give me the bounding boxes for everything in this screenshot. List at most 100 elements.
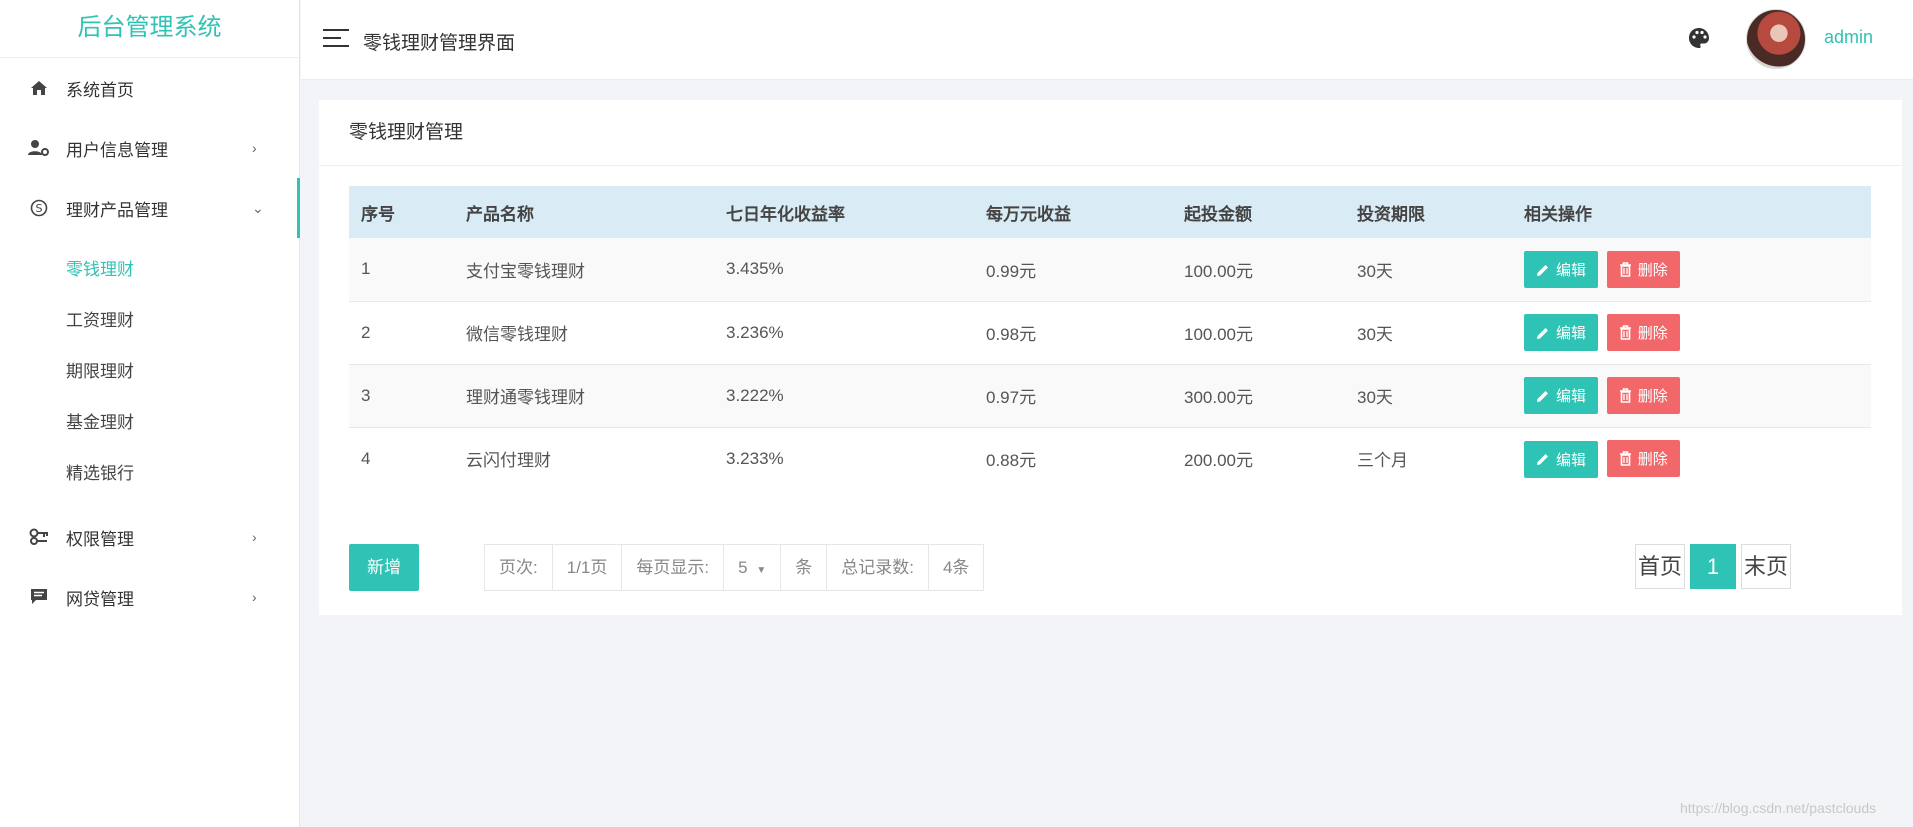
table-row: 1 支付宝零钱理财 3.435% 0.99元 100.00元 30天 编辑 删除 <box>349 238 1871 302</box>
cell-rate: 3.435% <box>714 238 974 302</box>
cell-actions: 编辑 删除 <box>1512 238 1871 302</box>
cell-id: 4 <box>361 448 371 468</box>
delete-label: 删除 <box>1637 261 1668 279</box>
trash-icon <box>1619 324 1631 340</box>
trash-icon <box>1619 451 1631 466</box>
sidebar-item-home[interactable]: 系统首页 <box>0 58 299 118</box>
edit-label: 编辑 <box>1556 388 1587 406</box>
sidebar-item-products[interactable]: S 理财产品管理 ⌄ <box>0 178 300 238</box>
edit-button[interactable]: 编辑 <box>1524 251 1599 288</box>
table-header-row: 序号 产品名称 七日年化收益率 每万元收益 起投金额 投资期限 相关操作 <box>349 186 1871 238</box>
last-page-button[interactable]: 末页 <box>1741 544 1792 589</box>
column-header: 每万元收益 <box>974 186 1172 238</box>
column-header: 起投金额 <box>1172 186 1345 238</box>
per-page-select[interactable]: 5 ▼ <box>724 545 782 590</box>
cell-actions: 编辑 删除 <box>1512 427 1871 490</box>
column-header: 投资期限 <box>1345 186 1512 238</box>
cell-min: 200.00元 <box>1184 451 1253 471</box>
chevron-right-icon: › <box>252 529 257 545</box>
column-header: 相关操作 <box>1512 186 1871 238</box>
products-table: 序号 产品名称 七日年化收益率 每万元收益 起投金额 投资期限 相关操作 1 支… <box>349 186 1871 490</box>
chevron-down-icon: ⌄ <box>252 199 264 216</box>
sidebar: 后台管理系统 系统首页 用户信息管理 › S 理财产品管理 ⌄ 零钱理财 工资理… <box>0 0 300 827</box>
cell-profit: 0.98元 <box>974 301 1172 365</box>
page-number-button[interactable]: 1 <box>1690 544 1737 589</box>
chevron-right-icon: › <box>252 589 257 605</box>
topbar: 零钱理财管理界面 admin <box>301 0 1913 80</box>
total-value: 4条 <box>942 558 970 577</box>
cell-term: 30天 <box>1345 301 1512 365</box>
comment-icon <box>28 586 50 608</box>
sidebar-subitem-bank[interactable]: 精选银行 <box>0 448 299 499</box>
edit-button[interactable]: 编辑 <box>1524 314 1599 352</box>
palette-icon[interactable] <box>1687 26 1711 50</box>
app-title: 后台管理系统 <box>0 0 299 58</box>
trash-icon <box>1619 261 1631 277</box>
cell-actions: 编辑 删除 <box>1512 301 1871 365</box>
delete-button[interactable]: 删除 <box>1606 376 1680 414</box>
per-page-label: 每页显示: <box>622 545 725 590</box>
cell-name: 微信零钱理财 <box>454 301 714 365</box>
pagination-info: 页次: 1/1页 每页显示: 5 ▼ 条 总记录数: 4条 <box>484 544 985 591</box>
delete-label: 删除 <box>1637 324 1668 342</box>
pagination: 首页 1 末页 <box>1635 544 1792 589</box>
edit-button[interactable]: 编辑 <box>1524 377 1599 415</box>
sidebar-item-label: 网贷管理 <box>66 589 134 609</box>
username[interactable]: admin <box>1824 27 1873 48</box>
cell-term: 三个月 <box>1357 451 1408 471</box>
table-row: 4 云闪付理财 3.233% 0.88元 200.00元 三个月 编辑 删除 <box>349 427 1871 490</box>
user-gear-icon <box>28 137 50 159</box>
svg-text:S: S <box>36 202 43 215</box>
card-title: 零钱理财管理 <box>319 100 1902 166</box>
cell-rate: 3.233% <box>726 448 784 468</box>
cell-rate: 3.222% <box>714 364 974 428</box>
cell-name: 支付宝零钱理财 <box>454 238 714 302</box>
column-header: 七日年化收益率 <box>714 186 974 238</box>
cell-id: 3 <box>349 364 454 428</box>
cell-min: 100.00元 <box>1172 301 1345 365</box>
column-header: 序号 <box>349 186 454 238</box>
edit-label: 编辑 <box>1556 262 1587 279</box>
delete-label: 删除 <box>1637 451 1668 468</box>
pencil-icon <box>1537 454 1548 465</box>
pencil-icon <box>1537 264 1548 276</box>
cell-profit: 0.99元 <box>974 238 1172 302</box>
cell-actions: 编辑 删除 <box>1512 364 1871 428</box>
cell-min: 300.00元 <box>1172 364 1345 428</box>
cell-term: 30天 <box>1345 364 1512 428</box>
cell-min: 100.00元 <box>1172 238 1345 302</box>
menu-toggle-icon[interactable] <box>323 28 349 48</box>
sidebar-item-label: 用户信息管理 <box>66 140 168 160</box>
delete-button[interactable]: 删除 <box>1606 313 1680 351</box>
pencil-icon <box>1537 327 1548 339</box>
watermark: https://blog.csdn.net/pastclouds <box>1680 800 1877 816</box>
sidebar-item-permissions[interactable]: 权限管理 › <box>0 507 299 567</box>
column-header: 产品名称 <box>454 186 714 238</box>
avatar[interactable] <box>1746 9 1806 69</box>
sidebar-item-loans[interactable]: 网贷管理 › <box>0 567 299 627</box>
sidebar-item-users[interactable]: 用户信息管理 › <box>0 118 299 178</box>
per-page-value: 5 <box>738 558 748 577</box>
cell-rate: 3.236% <box>714 301 974 365</box>
add-button[interactable]: 新增 <box>349 544 419 591</box>
cell-name: 云闪付理财 <box>466 451 551 471</box>
sidebar-subitem-term[interactable]: 期限理财 <box>0 346 299 397</box>
table-row: 3 理财通零钱理财 3.222% 0.97元 300.00元 30天 编辑 删除 <box>349 364 1871 428</box>
first-page-button[interactable]: 首页 <box>1635 544 1686 589</box>
sidebar-subitem-fund[interactable]: 基金理财 <box>0 397 299 448</box>
home-icon <box>28 77 50 99</box>
sidebar-subitem-change[interactable]: 零钱理财 <box>0 244 299 295</box>
key-icon <box>28 526 50 548</box>
caret-down-icon: ▼ <box>756 565 767 576</box>
cell-id: 2 <box>349 301 454 365</box>
skype-icon: S <box>28 197 50 219</box>
edit-button[interactable]: 编辑 <box>1524 440 1599 478</box>
delete-button[interactable]: 删除 <box>1606 250 1680 288</box>
pencil-icon <box>1537 390 1548 402</box>
content-card: 零钱理财管理 序号 产品名称 七日年化收益率 每万元收益 起投金额 投资期限 相… <box>319 100 1902 615</box>
sidebar-subitem-salary[interactable]: 工资理财 <box>0 295 299 346</box>
delete-button[interactable]: 删除 <box>1606 440 1680 477</box>
page-label: 页次: <box>485 545 553 590</box>
trash-icon <box>1619 387 1631 403</box>
sidebar-item-label: 理财产品管理 <box>66 200 168 220</box>
